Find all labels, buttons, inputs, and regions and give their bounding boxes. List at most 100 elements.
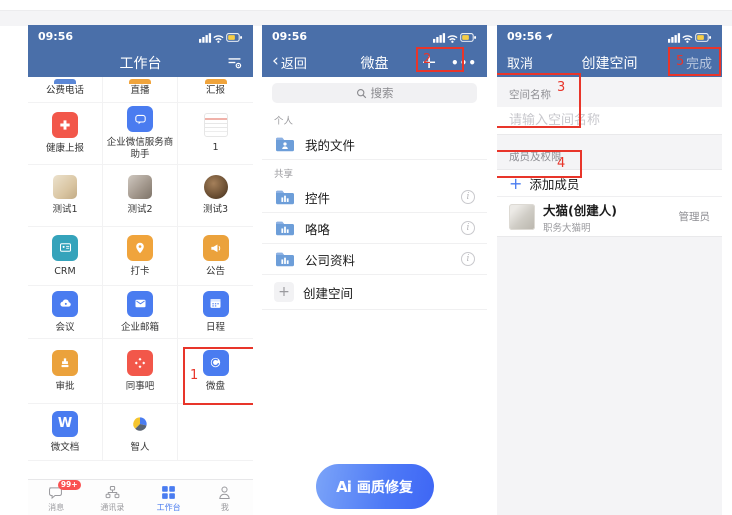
- tab-contacts[interactable]: 通讯录: [84, 480, 140, 515]
- app-clock-in[interactable]: 打卡: [103, 227, 178, 286]
- chat-bubble-icon: [127, 106, 153, 132]
- annotation-number-3: 3: [557, 80, 565, 95]
- app-approval[interactable]: 审批: [28, 339, 103, 404]
- phone-icon: [54, 79, 76, 84]
- status-bar: 09:56: [262, 25, 487, 48]
- status-icons: [433, 31, 477, 43]
- calendar-icon: [203, 291, 229, 317]
- live-icon: [129, 79, 151, 84]
- cloud-meeting-icon: [52, 291, 78, 317]
- app-report[interactable]: 汇报: [178, 77, 253, 103]
- app-test1[interactable]: 测试1: [28, 165, 103, 227]
- health-cross-icon: [52, 112, 78, 138]
- wedrive-navbar: ‹返回 微盘 + •••: [262, 48, 487, 77]
- page-top-strip: [0, 10, 732, 26]
- app-schedule[interactable]: 日程: [178, 286, 253, 339]
- app-health-report[interactable]: 健康上报: [28, 103, 103, 165]
- row-my-files[interactable]: 我的文件: [262, 129, 487, 160]
- person-icon: [216, 484, 233, 501]
- app-screenshot-1[interactable]: 1: [178, 103, 253, 165]
- pie-cube-icon: [127, 411, 153, 437]
- stamp-icon: [52, 350, 78, 376]
- app-announcement[interactable]: 公告: [178, 227, 253, 286]
- app-crm[interactable]: CRM: [28, 227, 103, 286]
- row-shared-folder[interactable]: 咯咯 i: [262, 213, 487, 244]
- app-service-assistant[interactable]: 企业微信服务商助手: [103, 103, 178, 165]
- done-button[interactable]: 完成: [686, 53, 712, 72]
- space-name-label: 空间名称: [497, 77, 722, 107]
- unread-badge: 99+: [58, 480, 81, 490]
- photo-thumbnail: [128, 175, 152, 199]
- member-avatar: [509, 204, 535, 230]
- more-button[interactable]: •••: [451, 56, 477, 70]
- ai-logo: Ai: [336, 478, 351, 496]
- avatar-thumbnail: [204, 175, 228, 199]
- search-area: 搜索: [262, 77, 487, 107]
- id-card-icon: [52, 235, 78, 261]
- org-chart-icon: [104, 484, 121, 501]
- row-shared-folder[interactable]: 公司资料 i: [262, 244, 487, 275]
- clock-text: 09:56: [38, 30, 73, 43]
- member-row[interactable]: 大猫(创建人) 职务大猫明 管理员: [497, 197, 722, 237]
- shared-folder-icon: [274, 219, 296, 237]
- grid-icon: [160, 484, 177, 501]
- folder-person-icon: [274, 135, 296, 153]
- location-pin-icon: [127, 235, 153, 261]
- space-name-row: [497, 107, 722, 135]
- info-icon[interactable]: i: [461, 221, 475, 235]
- cancel-button[interactable]: 取消: [507, 53, 533, 72]
- row-shared-folder[interactable]: 控件 i: [262, 182, 487, 213]
- status-bar: 09:56: [497, 25, 722, 48]
- report-icon: [205, 79, 227, 84]
- shared-folder-icon: [274, 250, 296, 268]
- app-test3[interactable]: 测试3: [178, 165, 253, 227]
- empty-cell: [178, 404, 253, 461]
- list-gear-icon: [226, 54, 243, 71]
- wedrive-disc-icon: [203, 350, 229, 376]
- app-zhiren[interactable]: 智人: [103, 404, 178, 461]
- app-wedoc[interactable]: W 微文档: [28, 404, 103, 461]
- create-space-screen: 09:56 取消 创建空间 完成 空间名称 成员及权限 + 添加成员: [497, 25, 722, 515]
- app-mailbox[interactable]: 企业邮箱: [103, 286, 178, 339]
- app-colleagues[interactable]: 同事吧: [103, 339, 178, 404]
- wedoc-w-icon: W: [52, 411, 78, 437]
- search-input[interactable]: 搜索: [272, 83, 477, 103]
- plus-square-icon: +: [274, 282, 294, 302]
- annotation-number-2: 2: [423, 52, 431, 67]
- envelope-icon: [127, 291, 153, 317]
- annotation-number-1: 1: [190, 368, 198, 383]
- back-button[interactable]: ‹返回: [272, 53, 307, 72]
- tab-workbench[interactable]: 工作台: [141, 480, 197, 515]
- create-space-navbar: 取消 创建空间 完成: [497, 48, 722, 77]
- member-role: 管理员: [679, 209, 711, 224]
- clock-text: 09:56: [272, 30, 307, 43]
- space-name-input[interactable]: [509, 113, 710, 128]
- wedrive-screen: 09:56 ‹返回 微盘 + ••• 搜索 个人 我的文件: [262, 25, 487, 515]
- section-shared: 共享: [262, 160, 487, 182]
- tab-me[interactable]: 我: [197, 480, 253, 515]
- annotation-number-5: 5: [676, 54, 684, 69]
- bottom-tab-bar: 消息 99+ 通讯录 工作台 我: [28, 479, 253, 515]
- tab-messages[interactable]: 消息 99+: [28, 480, 84, 515]
- compass-diamond-icon: [127, 350, 153, 376]
- app-live[interactable]: 直播: [103, 77, 178, 103]
- screenshot-thumbnail: [204, 113, 228, 137]
- members-permissions-label: 成员及权限: [497, 135, 722, 169]
- chevron-left-icon: ‹: [272, 53, 279, 70]
- ai-quality-repair-button[interactable]: Ai 画质修复: [316, 464, 434, 509]
- app-meeting[interactable]: 会议: [28, 286, 103, 339]
- row-create-space[interactable]: + 创建空间: [262, 275, 487, 310]
- info-icon[interactable]: i: [461, 252, 475, 266]
- member-name: 大猫(创建人): [543, 200, 617, 219]
- plus-icon: +: [509, 174, 522, 193]
- tutorial-composite: 09:56 工作台 公费电话 直播 汇报: [0, 0, 732, 515]
- manage-apps-button[interactable]: [226, 54, 243, 71]
- status-icons: [668, 31, 712, 43]
- app-test2[interactable]: 测试2: [103, 165, 178, 227]
- clock-text: 09:56: [507, 30, 542, 43]
- add-member-button[interactable]: + 添加成员: [497, 169, 722, 197]
- workbench-navbar: 工作台: [28, 48, 253, 77]
- megaphone-icon: [203, 235, 229, 261]
- info-icon[interactable]: i: [461, 190, 475, 204]
- app-public-phone[interactable]: 公费电话: [28, 77, 103, 103]
